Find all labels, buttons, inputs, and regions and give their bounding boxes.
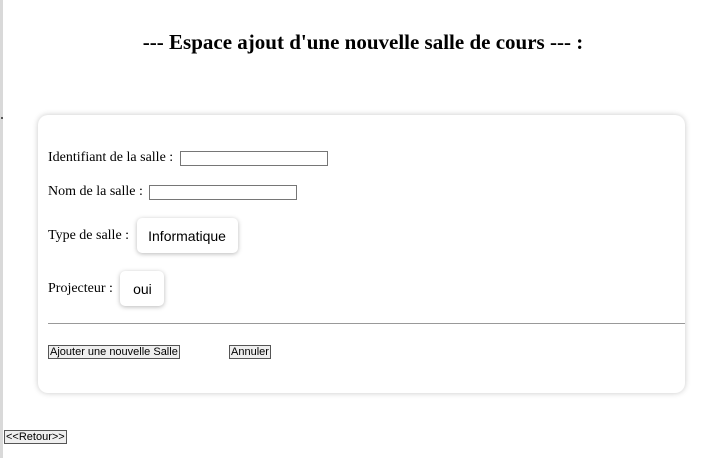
room-id-label: Identifiant de la salle : — [48, 150, 177, 165]
edge-mark — [1, 117, 3, 119]
room-name-row: Nom de la salle : — [48, 184, 298, 200]
form-divider — [48, 323, 685, 324]
room-name-label: Nom de la salle : — [48, 184, 147, 199]
room-type-select[interactable]: Informatique — [136, 218, 238, 253]
room-type-row: Type de salle : Informatique — [48, 218, 238, 253]
add-room-button[interactable]: Ajouter une nouvelle Salle — [48, 345, 180, 359]
back-button[interactable]: <<Retour>> — [4, 430, 67, 444]
projector-label: Projecteur : — [48, 280, 117, 296]
room-id-input[interactable] — [179, 150, 328, 166]
room-type-label: Type de salle : — [48, 227, 133, 243]
room-id-row: Identifiant de la salle : — [48, 150, 328, 166]
page-title: --- Espace ajout d'une nouvelle salle de… — [142, 30, 584, 54]
cancel-button[interactable]: Annuler — [229, 345, 271, 359]
room-name-input[interactable] — [149, 184, 298, 200]
projector-row: Projecteur : oui — [48, 271, 165, 306]
add-room-form: Identifiant de la salle : Nom de la sall… — [38, 115, 685, 393]
window-left-edge — [0, 0, 3, 458]
projector-select[interactable]: oui — [120, 271, 165, 306]
